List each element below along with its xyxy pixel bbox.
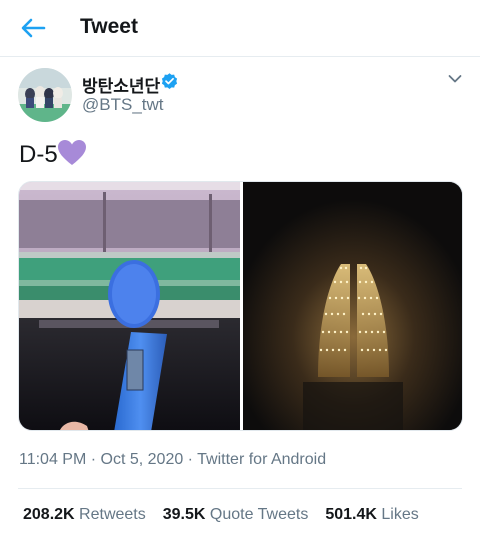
author-handle[interactable]: @BTS_twt xyxy=(82,95,164,115)
purple-heart-icon xyxy=(58,140,86,165)
chevron-down-icon[interactable] xyxy=(448,74,462,84)
quotes-count: 39.5K xyxy=(162,506,206,523)
likes-count: 501.4K xyxy=(325,506,377,523)
photo-microphone-stadium[interactable] xyxy=(19,182,240,431)
verified-badge-icon xyxy=(161,73,178,90)
likes-stat[interactable]: 501.4K Likes xyxy=(325,506,418,523)
author-name[interactable]: 방탄소년단 xyxy=(82,72,160,97)
avatar[interactable] xyxy=(18,68,72,122)
engagement-stats: 208.2K Retweets 39.5K Quote Tweets 501.4K … xyxy=(23,506,419,524)
top-bar: Tweet xyxy=(0,0,480,57)
tweet-text: D-5 xyxy=(19,141,58,168)
quotes-stat[interactable]: 39.5K Quote Tweets xyxy=(163,506,309,523)
media-grid xyxy=(18,181,463,431)
retweets-count: 208.2K xyxy=(23,506,75,523)
retweets-label: Retweets xyxy=(79,506,146,523)
likes-label: Likes xyxy=(381,506,419,523)
divider xyxy=(18,488,462,489)
photo-lights-dark[interactable] xyxy=(243,182,463,431)
arrow-left-icon[interactable] xyxy=(20,16,46,40)
page-title: Tweet xyxy=(80,15,138,38)
retweets-stat[interactable]: 208.2K Retweets xyxy=(23,506,146,523)
quotes-label: Quote Tweets xyxy=(209,506,309,523)
tweet-timestamp[interactable]: 11:04 PM · Oct 5, 2020 · Twitter for And… xyxy=(19,451,326,469)
